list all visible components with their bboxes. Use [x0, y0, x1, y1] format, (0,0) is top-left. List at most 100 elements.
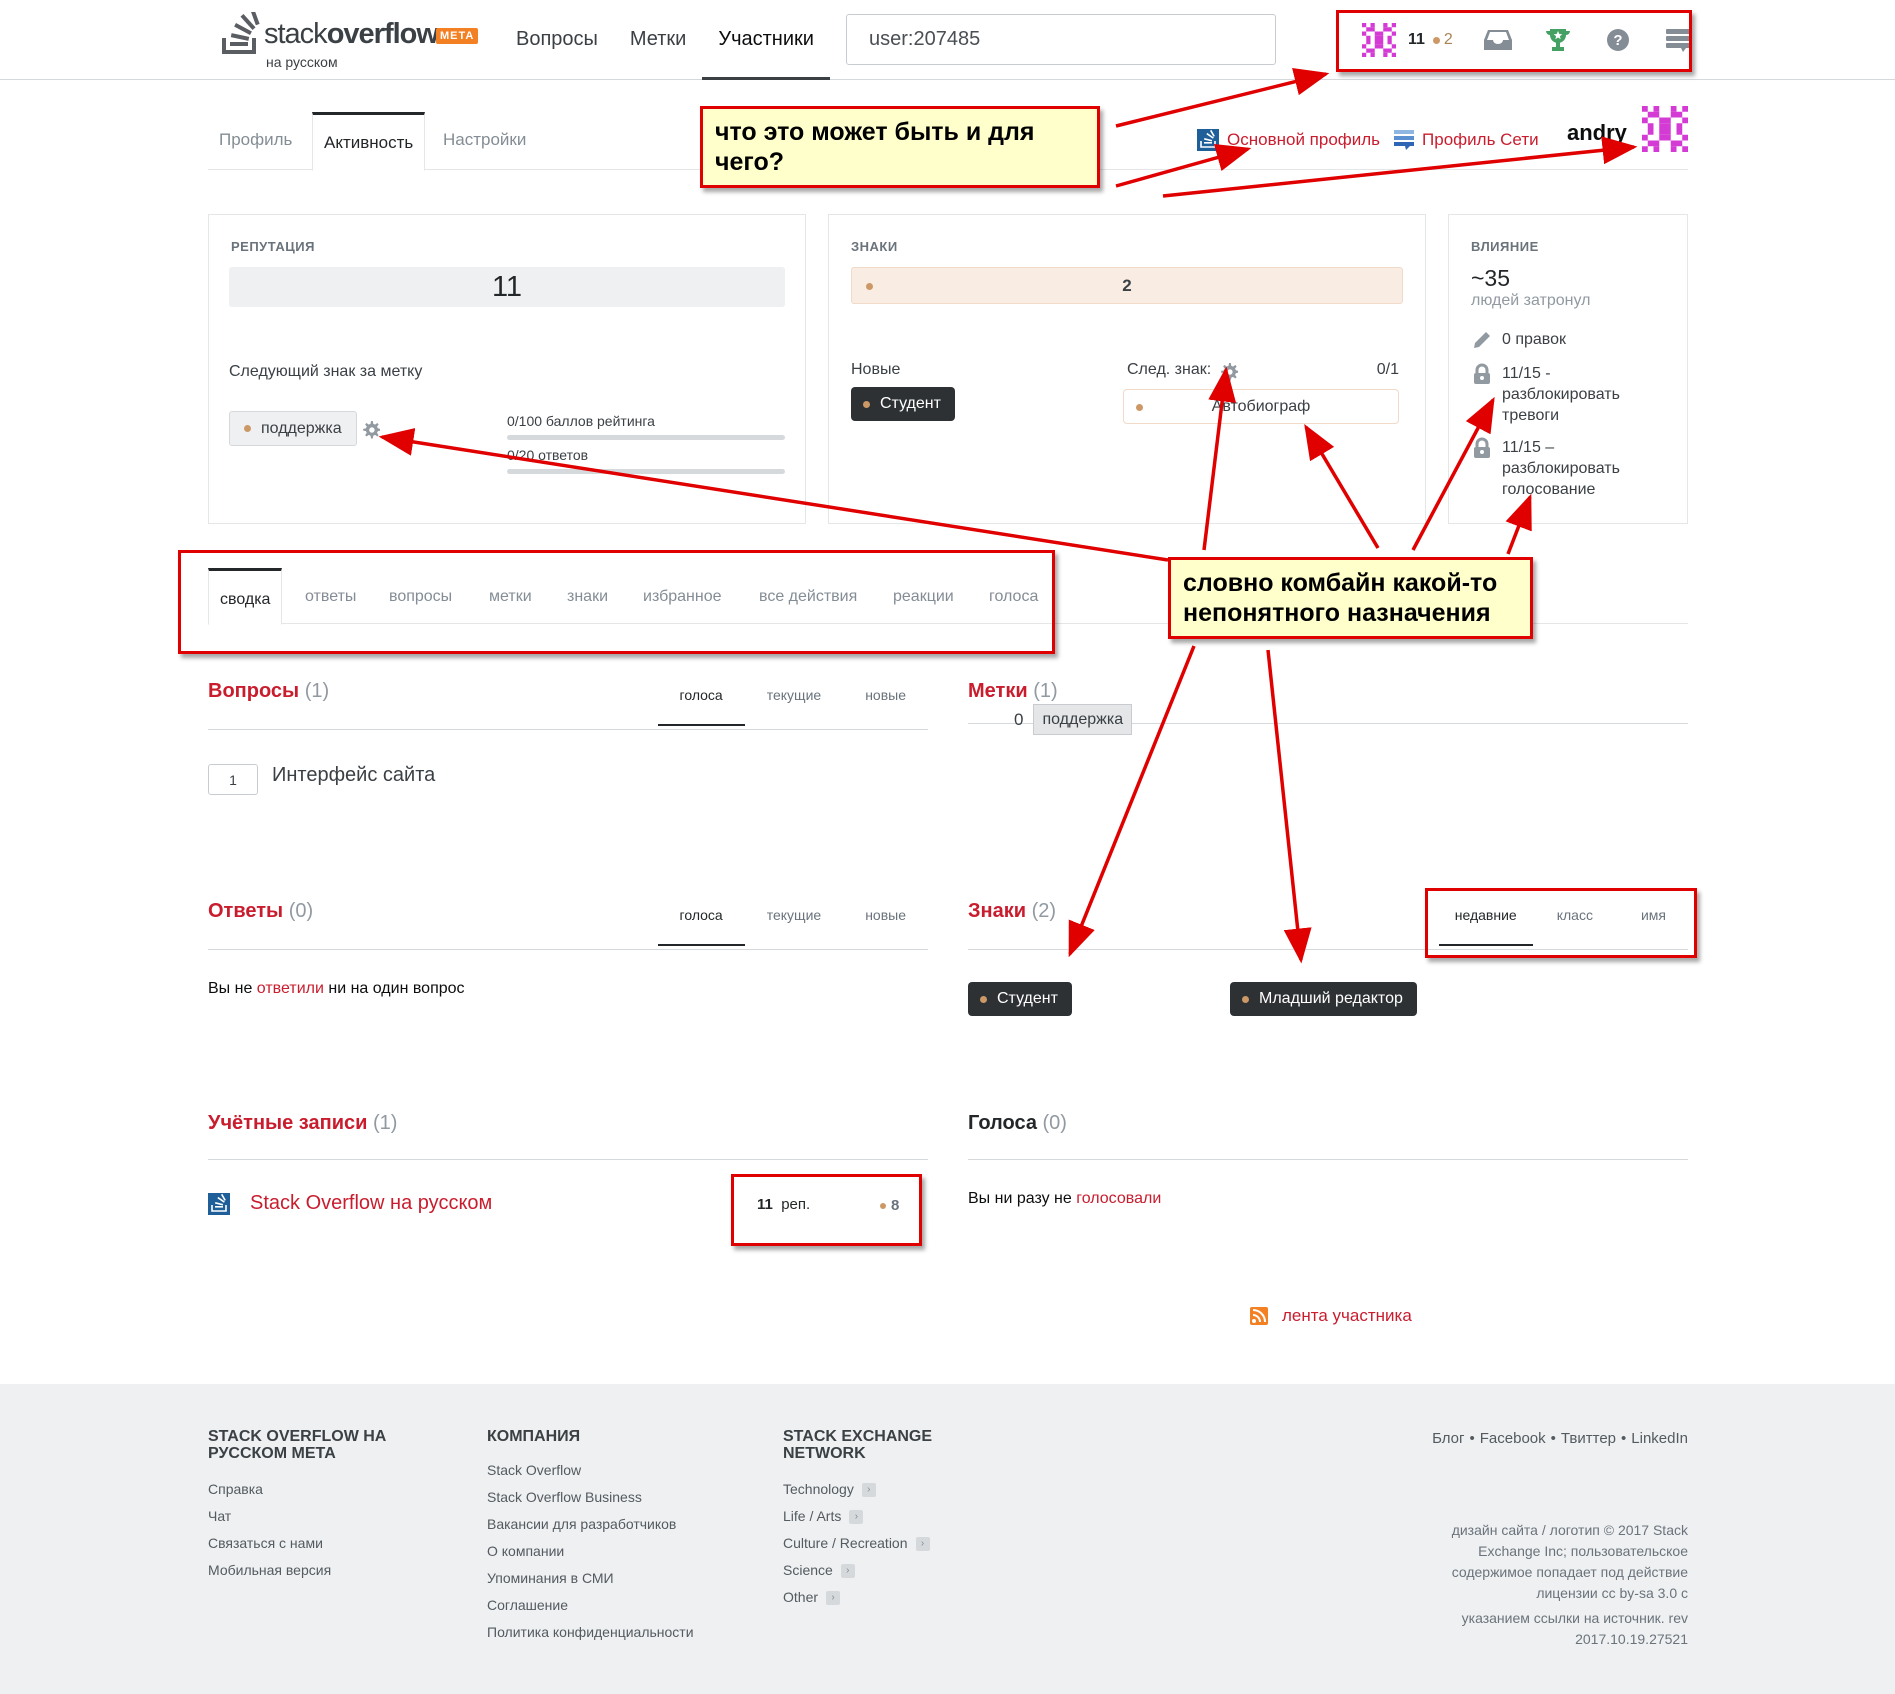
impact-card: ВЛИЯНИЕ ~35 людей затронул 0 правок 11/1… — [1448, 214, 1688, 524]
chevron-right-icon[interactable]: › — [840, 1563, 855, 1578]
footer-link[interactable]: Упоминания в СМИ — [487, 1565, 747, 1592]
meta-badge: META — [436, 28, 479, 44]
badge-name: Студент — [997, 990, 1058, 1007]
footer-network-column: STACK EXCHANGE NETWORK Technology › Life … — [783, 1428, 983, 1611]
vote-privilege-row[interactable]: 11/15 – разблокировать голосование — [1471, 437, 1620, 500]
no-answers-pre: Вы не — [208, 980, 257, 997]
badges-list-title[interactable]: Знаки (2) — [968, 900, 1056, 923]
answers-count: (0) — [288, 900, 314, 922]
answers-progress-bar — [507, 469, 785, 474]
copyright-line: указанием ссылки на источник. rev — [1461, 1610, 1688, 1626]
accounts-title-text: Учётные записи — [208, 1112, 368, 1134]
profile-avatar-icon[interactable] — [1642, 106, 1688, 152]
votes-header: Голоса (0) — [968, 1100, 1688, 1160]
footer-link[interactable]: Политика конфиденциальности — [487, 1619, 747, 1646]
questions-title-text: Вопросы — [208, 680, 300, 702]
gear-icon[interactable] — [1220, 363, 1238, 381]
footer-site-title[interactable]: STACK OVERFLOW НА РУССКОМ МЕТА — [208, 1428, 428, 1462]
next-tag-badge[interactable]: поддержка — [229, 411, 357, 446]
footer-network-link[interactable]: Technology › — [783, 1476, 983, 1503]
twitter-link[interactable]: Твиттер — [1561, 1430, 1616, 1447]
voted-link[interactable]: голосовали — [1076, 1190, 1161, 1207]
sort-active[interactable]: текущие — [745, 668, 843, 730]
bronze-dot-icon — [980, 995, 987, 1003]
account-row: Stack Overflow на русском — [208, 1192, 492, 1215]
bronze-dot-icon — [1242, 995, 1249, 1003]
separator: • — [1621, 1430, 1627, 1447]
footer-network-link[interactable]: Life / Arts › — [783, 1503, 983, 1530]
linkedin-link[interactable]: LinkedIn — [1631, 1430, 1688, 1447]
footer-link[interactable]: Вакансии для разработчиков — [487, 1511, 747, 1538]
profile-links: Основной профиль Профиль Сети — [1197, 122, 1539, 158]
network-profile-link[interactable]: Профиль Сети — [1394, 129, 1539, 151]
footer-link[interactable]: Stack Overflow Business — [487, 1484, 747, 1511]
tag-link[interactable]: поддержка — [1033, 704, 1133, 735]
tag-score: 0 — [1014, 709, 1024, 729]
nav-users[interactable]: Участники — [702, 0, 830, 80]
facebook-link[interactable]: Facebook — [1480, 1430, 1546, 1447]
footer-company-title[interactable]: КОМПАНИЯ — [487, 1428, 747, 1445]
sort-active[interactable]: текущие — [745, 888, 843, 950]
badges-title: ЗНАКИ — [851, 239, 898, 254]
nav-questions[interactable]: Вопросы — [500, 0, 614, 80]
network-category: Technology — [783, 1481, 854, 1497]
search-input[interactable]: user:207485 — [846, 14, 1276, 65]
tab-activity[interactable]: Активность — [312, 112, 426, 171]
question-title-link[interactable]: Интерфейс сайта — [272, 764, 435, 787]
tags-title[interactable]: Метки (1) — [968, 680, 1058, 703]
logo-subtitle: на русском — [266, 54, 338, 70]
footer-network-link[interactable]: Culture / Recreation › — [783, 1530, 983, 1557]
accounts-title[interactable]: Учётные записи (1) — [208, 1112, 397, 1135]
sort-votes[interactable]: голоса — [657, 888, 745, 946]
separator: • — [1550, 1430, 1556, 1447]
footer-link[interactable]: Соглашение — [487, 1592, 747, 1619]
no-answers-text: Вы не ответили ни на один вопрос — [208, 980, 928, 998]
new-badge-student[interactable]: Студент — [851, 387, 955, 421]
user-feed-link[interactable]: лента участника — [1250, 1306, 1412, 1326]
tab-profile[interactable]: Профиль — [208, 112, 303, 170]
sort-votes[interactable]: голоса — [657, 668, 745, 726]
footer-site-column: STACK OVERFLOW НА РУССКОМ МЕТА Справка Ч… — [208, 1428, 428, 1584]
gear-icon[interactable] — [362, 421, 380, 439]
badge-junior-editor[interactable]: Младший редактор — [1230, 982, 1417, 1016]
badge-name: Младший редактор — [1259, 990, 1403, 1007]
answered-link[interactable]: ответили — [257, 980, 324, 997]
tab-settings[interactable]: Настройки — [432, 112, 537, 170]
flag-progress: 11/15 - — [1502, 365, 1551, 382]
footer-network-title[interactable]: STACK EXCHANGE NETWORK — [783, 1428, 983, 1462]
copyright-line: содержимое попадает под действие — [1451, 1564, 1688, 1580]
footer-link[interactable]: Чат — [208, 1503, 428, 1530]
main-profile-link[interactable]: Основной профиль — [1197, 129, 1380, 151]
new-badges-label: Новые — [851, 361, 901, 378]
footer-network-link[interactable]: Other › — [783, 1584, 983, 1611]
footer-link[interactable]: Справка — [208, 1476, 428, 1503]
badges-count: (2) — [1031, 900, 1057, 922]
footer-network-link[interactable]: Science › — [783, 1557, 983, 1584]
vote-line-2: разблокировать — [1502, 460, 1620, 477]
chevron-right-icon[interactable]: › — [849, 1509, 864, 1524]
network-category: Science — [783, 1562, 833, 1578]
account-site-link[interactable]: Stack Overflow на русском — [250, 1192, 492, 1215]
flag-privilege-row[interactable]: 11/15 - разблокировать тревоги — [1471, 363, 1620, 426]
badge-student[interactable]: Студент — [968, 982, 1072, 1016]
badge-count-bar[interactable]: 2 — [851, 267, 1403, 304]
sort-newest[interactable]: новые — [843, 668, 928, 730]
stack-exchange-icon — [1394, 130, 1415, 150]
site-logo[interactable]: stackoverflow на русском META — [222, 10, 482, 70]
sort-newest[interactable]: новые — [843, 888, 928, 950]
nav-tags[interactable]: Метки — [614, 0, 702, 80]
chevron-right-icon[interactable]: › — [861, 1482, 876, 1497]
answers-title[interactable]: Ответы (0) — [208, 900, 313, 923]
questions-header: Вопросы (1) голоса текущие новые — [208, 668, 928, 730]
footer-link[interactable]: Связаться с нами — [208, 1530, 428, 1557]
chevron-right-icon[interactable]: › — [826, 1590, 841, 1605]
chevron-right-icon[interactable]: › — [915, 1536, 930, 1551]
questions-title[interactable]: Вопросы (1) — [208, 680, 329, 703]
footer-link[interactable]: Stack Overflow — [487, 1457, 747, 1484]
rep-progress-bar — [507, 435, 785, 440]
footer-link[interactable]: О компании — [487, 1538, 747, 1565]
rep-progress-label: 0/100 баллов рейтинга — [507, 413, 655, 429]
next-badge[interactable]: Автобиограф — [1123, 389, 1399, 424]
footer-link[interactable]: Мобильная версия — [208, 1557, 428, 1584]
blog-link[interactable]: Блог — [1432, 1430, 1464, 1447]
